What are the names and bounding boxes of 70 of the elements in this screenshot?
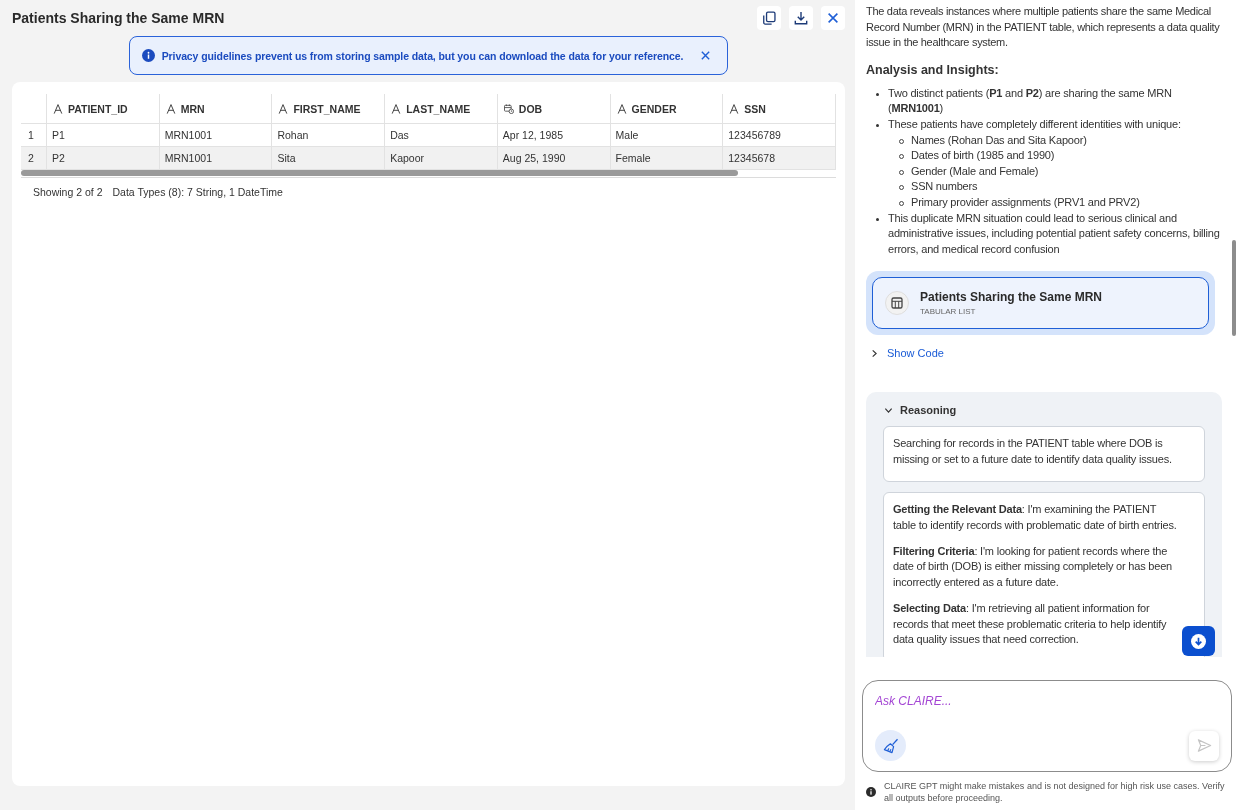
calendar-clock-icon [503, 103, 514, 114]
info-icon [866, 787, 876, 797]
section-heading: Analysis and Insights: [866, 62, 1000, 77]
table-cell: 12345678 [723, 147, 836, 170]
broom-icon [882, 737, 899, 754]
banner-text: Privacy guidelines prevent us from storing sample data, but you can download the data for your reference. [161, 49, 684, 62]
clear-chat-button[interactable] [875, 730, 906, 761]
download-icon [794, 11, 808, 25]
close-icon [826, 11, 840, 25]
insight-text: Gender (Male and Female) [911, 163, 1039, 179]
chat-input[interactable]: Ask CLAIRE... [875, 694, 1219, 708]
insight-text: Primary provider assignments (PRV1 and PRV2) [911, 194, 1140, 210]
table-cell: Kapoor [385, 147, 498, 170]
insight-text: Dates of birth (1985 and 1990) [911, 148, 1055, 164]
show-code-toggle[interactable]: Show Code [866, 347, 944, 360]
download-button[interactable] [789, 6, 813, 30]
column-header[interactable]: GENDER [610, 94, 724, 124]
scrollbar-thumb[interactable] [1232, 240, 1236, 336]
insight-text: This duplicate MRN situation could lead to serious clinical and administrative issues, including potential patient safety concerns, billing errors, and medical record confusion [888, 210, 1221, 257]
table-cell: MRN1001 [159, 147, 273, 170]
table-cell: P2 [47, 147, 160, 170]
reasoning-text: Filtering Criteria: I'm looking for patient records where the date of birth (DOB) is either missing completely or has been incorrectly entered as a future date. [893, 543, 1174, 590]
column-header[interactable]: LAST_NAME [385, 94, 498, 124]
row-number: 2 [21, 147, 47, 170]
artifact-title: Patients Sharing the Same MRN [920, 290, 1103, 305]
bullet-icon [876, 123, 879, 127]
reasoning-text: Selecting Data: I'm retrieving all patient information for records that meet these problematic criteria to help identify data quality issues that need correction. [893, 601, 1168, 647]
artifact-type: TABULAR LIST [920, 307, 977, 317]
reasoning-text: Searching for records in the PATIENT table where DOB is missing or set to a future date to identify data quality issues. [893, 436, 1173, 467]
send-icon [1196, 738, 1212, 753]
copy-button[interactable] [757, 6, 781, 30]
insight-text: These patients have completely different identities with unique: [888, 116, 1181, 132]
close-icon [700, 50, 712, 61]
text-type-icon [391, 103, 402, 114]
panel-title: Patients Sharing the Same MRN [12, 10, 225, 26]
artifact-card[interactable]: Patients Sharing the Same MRN TABULAR LIST [866, 271, 1215, 336]
insight-text: Two distinct patients (P1 and P2) are sharing the same MRN (MRN1001) [888, 85, 1173, 117]
bullet-icon [876, 217, 879, 221]
chevron-right-icon [870, 348, 879, 358]
data-types-summary: Data Types (8): 7 String, 1 DateTime [112, 186, 283, 198]
scroll-down-button[interactable] [1182, 626, 1215, 656]
table-cell: Sita [272, 147, 386, 170]
text-type-icon [53, 103, 63, 114]
insight-text: SSN numbers [911, 179, 978, 195]
table-cell: Female [610, 147, 724, 170]
text-type-icon [278, 103, 289, 114]
reasoning-toggle[interactable]: Reasoning [883, 404, 957, 417]
column-header[interactable]: MRN [159, 94, 273, 124]
table-icon [885, 291, 909, 316]
insight-text: Names (Rohan Das and Sita Kapoor) [911, 132, 1087, 148]
copy-icon [762, 11, 776, 25]
arrow-down-icon [1191, 633, 1206, 649]
close-button[interactable] [821, 6, 845, 30]
scrollbar-thumb[interactable] [21, 170, 738, 176]
reasoning-text: Getting the Relevant Data: I'm examining the PATIENT table to identify records with problematic date of birth entries. [893, 502, 1178, 533]
info-icon [141, 49, 155, 62]
table-corner [21, 94, 47, 124]
disclaimer-text: CLAIRE GPT might make mistakes and is not designed for high risk use cases. Verify all outputs before proceeding. [884, 780, 1226, 804]
column-header[interactable]: PATIENT_ID [47, 94, 160, 124]
dismiss-button[interactable] [700, 50, 712, 61]
column-header[interactable]: DOB [497, 94, 611, 124]
column-header[interactable]: SSN [723, 94, 836, 124]
column-header[interactable]: FIRST_NAME [272, 94, 386, 124]
text-type-icon [616, 103, 627, 114]
summary-text: The data reveals instances where multiple patients share the same Medical Record Number (MRN) in the PATIENT table, which represents a data quality issue in the healthcare system. [866, 4, 1221, 51]
bullet-icon [876, 92, 879, 96]
text-type-icon [729, 103, 740, 114]
row-count: Showing 2 of 2 [33, 186, 103, 198]
table-cell: Aug 25, 1990 [497, 147, 611, 170]
text-type-icon [165, 103, 176, 114]
